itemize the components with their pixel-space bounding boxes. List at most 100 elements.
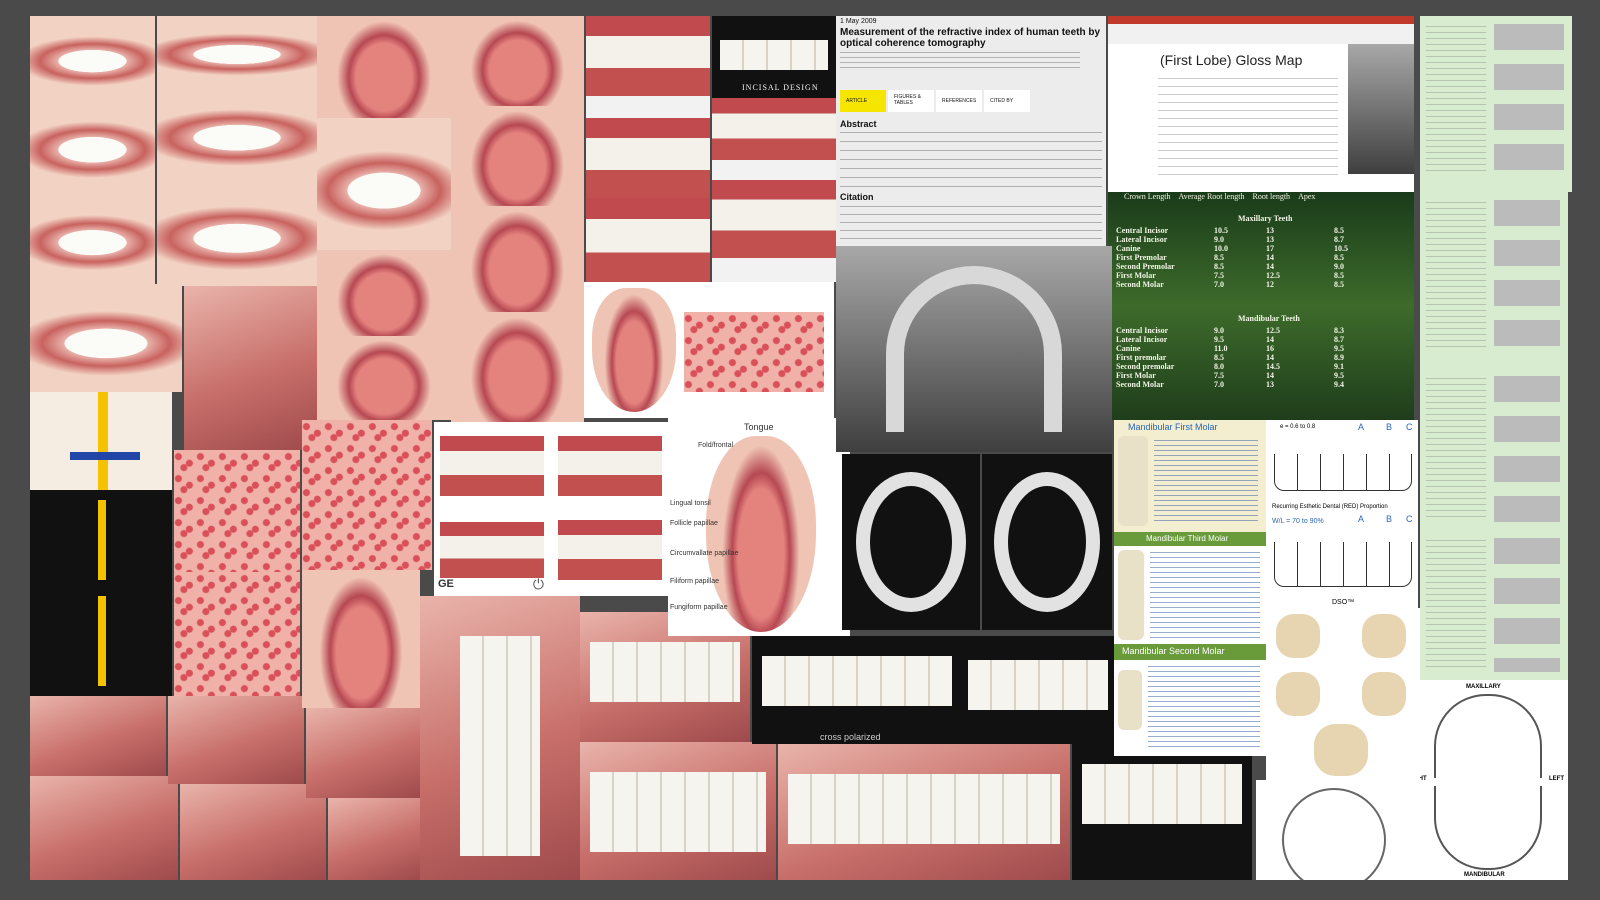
tooth-sketch-sheet-1 xyxy=(1420,16,1572,192)
smile-closeup-photo-2 xyxy=(580,742,776,880)
tongue-photo-1 xyxy=(302,570,420,708)
gloss-map-screenshot: (First Lobe) Gloss Map xyxy=(1108,16,1414,192)
label-b-1: B xyxy=(1386,422,1393,432)
table-header-apex: Apex xyxy=(1298,192,1316,201)
open-mouth-photo-2 xyxy=(184,286,317,450)
tooth-sketch-sheet-2 xyxy=(1420,192,1568,368)
label-b-2: B xyxy=(1386,514,1393,524)
table-row: Canine 10.0 17 10.5 xyxy=(1116,244,1348,253)
tongue-labelled-diagram: Tongue Fold/frontal Lingual tonsil Folli… xyxy=(668,418,850,636)
tooth-sketch-sheet-3 xyxy=(1420,368,1568,530)
red-proportion-diagram: e = 0.6 to 0.8 A B C Recurring Esthetic … xyxy=(1266,420,1418,512)
tab-figures[interactable]: FIGURES & TABLES xyxy=(888,90,934,112)
lower-arch-photo-3 xyxy=(328,798,420,880)
tongue-lick-photo-2 xyxy=(317,250,451,336)
tongue-photo-5 xyxy=(451,312,584,422)
tongue-part-label-2: Lingual tonsil xyxy=(670,500,711,507)
table-header-crown: Crown Length xyxy=(1124,192,1171,201)
palate-photo-1 xyxy=(180,784,326,880)
wl-ratio-label: W/L = 70 to 90% xyxy=(1272,518,1324,525)
tongue-part-label-1: Fold/frontal xyxy=(698,442,734,449)
article-date: 1 May 2009 xyxy=(840,18,877,25)
tab-cited-by[interactable]: CITED BY xyxy=(984,90,1030,112)
tongue-part-label-3: Follicle papillae xyxy=(670,520,718,527)
smile-photo-2 xyxy=(30,98,155,192)
arch-xray-photo xyxy=(836,246,1112,452)
label-a-2: A xyxy=(1358,514,1365,524)
tooth-shape-figure-3 xyxy=(586,198,710,282)
tooth-dimension-table: Crown Length Average Root length Root leng… xyxy=(1108,192,1414,420)
tooth-figure-caption-3 xyxy=(712,258,836,282)
tongue-photo-4 xyxy=(451,206,584,312)
lower-arch-photo-1 xyxy=(30,776,178,880)
smile-photo-7 xyxy=(157,180,317,286)
occlusion-diagram-2: GE ⏻ xyxy=(434,512,552,596)
table-row: First Molar 7.5 12.5 8.5 xyxy=(1116,271,1344,280)
tooth-shape-figure-5 xyxy=(712,180,836,258)
smile-photo-6 xyxy=(157,86,317,180)
second-molar-heading: Mandibular Second Molar xyxy=(1122,646,1225,656)
article-title: Measurement of the refractive index of h… xyxy=(840,27,1101,49)
label-a-1: A xyxy=(1358,422,1365,432)
first-molar-heading: Mandibular First Molar xyxy=(1128,422,1218,432)
third-molar-heading: Mandibular Third Molar xyxy=(1146,534,1229,543)
proportion-gauge-photo-3 xyxy=(30,586,172,696)
table-row: First premolar 8.5 14 8.9 xyxy=(1116,353,1344,362)
table-row: Second Molar 7.0 12 8.5 xyxy=(1116,280,1344,289)
proportion-gauge-photo-1 xyxy=(30,392,172,490)
gloss-map-title: (First Lobe) Gloss Map xyxy=(1160,52,1303,68)
label-c-2: C xyxy=(1406,514,1413,524)
table-header-root-avg: Average Root length xyxy=(1178,192,1245,201)
molar-occlusal-photos xyxy=(1266,608,1420,780)
tongue-part-label-6: Fungiform papillae xyxy=(670,604,728,611)
incisal-design-label: INCISAL DESIGN xyxy=(742,83,819,92)
tooth-shape-figure-1 xyxy=(586,16,710,96)
chart-label-mandibular: MANDIBULAR xyxy=(1464,872,1505,878)
table-row: Second Premolar 8.5 14 9.0 xyxy=(1116,262,1344,271)
tooth-figure-caption-2 xyxy=(712,160,836,180)
red-range-label: e = 0.6 to 0.8 xyxy=(1280,424,1316,430)
occlusion-diagram-1 xyxy=(434,422,552,512)
ge-logo-label: GE xyxy=(438,578,454,590)
lower-arch-photo-2 xyxy=(168,696,304,784)
table-header-root: Root length xyxy=(1252,192,1291,201)
dso-label: DSO™ xyxy=(1332,599,1355,606)
mandibular-third-molar-panel: Mandibular Third Molar xyxy=(1114,532,1266,644)
smile-photo-4 xyxy=(30,284,182,392)
tooth-shape-figure-4 xyxy=(712,98,836,160)
tongue-lick-photo-1 xyxy=(317,16,451,118)
table-row: Lateral Incisor 9.0 13 8.7 xyxy=(1116,235,1344,244)
teeth-closeup-photo-2 xyxy=(1072,744,1252,880)
mandibular-first-molar-panel: Mandibular First Molar xyxy=(1114,420,1266,532)
article-screenshot: 1 May 2009 Measurement of the refractive… xyxy=(836,16,1106,246)
table-row: Second Molar 7.0 13 9.4 xyxy=(1116,380,1344,389)
papillae-closeup-2 xyxy=(174,572,300,696)
bracket-diagram-1 xyxy=(552,422,668,512)
chart-label-left: LEFT xyxy=(1549,776,1564,782)
table-row: Central Incisor 9.0 12.5 8.3 xyxy=(1116,326,1344,335)
table-row: Second premolar 8.0 14.5 9.1 xyxy=(1116,362,1344,371)
smile-photo-5 xyxy=(157,16,317,86)
throat-photo-1 xyxy=(306,708,420,798)
tab-article[interactable]: ARTICLE xyxy=(840,90,886,112)
chart-label-maxillary: MAXILLARY xyxy=(1466,684,1501,690)
arch-sketch xyxy=(1256,780,1406,880)
tongue-lick-photo-3 xyxy=(317,336,451,420)
dental-cast-photo-1 xyxy=(842,454,980,630)
veneer-closeup-photo xyxy=(420,596,580,880)
abstract-heading: Abstract xyxy=(840,119,877,129)
tab-references[interactable]: REFERENCES xyxy=(936,90,982,112)
tongue-diagram-title: Tongue xyxy=(744,422,774,432)
tongue-part-label-4: Circumvallate papillae xyxy=(670,550,739,557)
papillae-closeup-3 xyxy=(302,420,432,570)
tooth-figure-caption-1 xyxy=(586,96,710,118)
dental-cast-photo-2 xyxy=(982,454,1112,630)
power-icon: ⏻ xyxy=(532,576,544,592)
tooth-shape-figure-2 xyxy=(586,118,710,198)
smile-photo-1 xyxy=(30,16,155,98)
incisal-design-figure: INCISAL DESIGN xyxy=(712,16,836,98)
label-c-1: C xyxy=(1406,422,1413,432)
tongue-photo-3 xyxy=(451,106,584,206)
tongue-anatomy-illustration xyxy=(584,282,834,418)
tooth-sketch-sheet-4 xyxy=(1420,530,1568,680)
